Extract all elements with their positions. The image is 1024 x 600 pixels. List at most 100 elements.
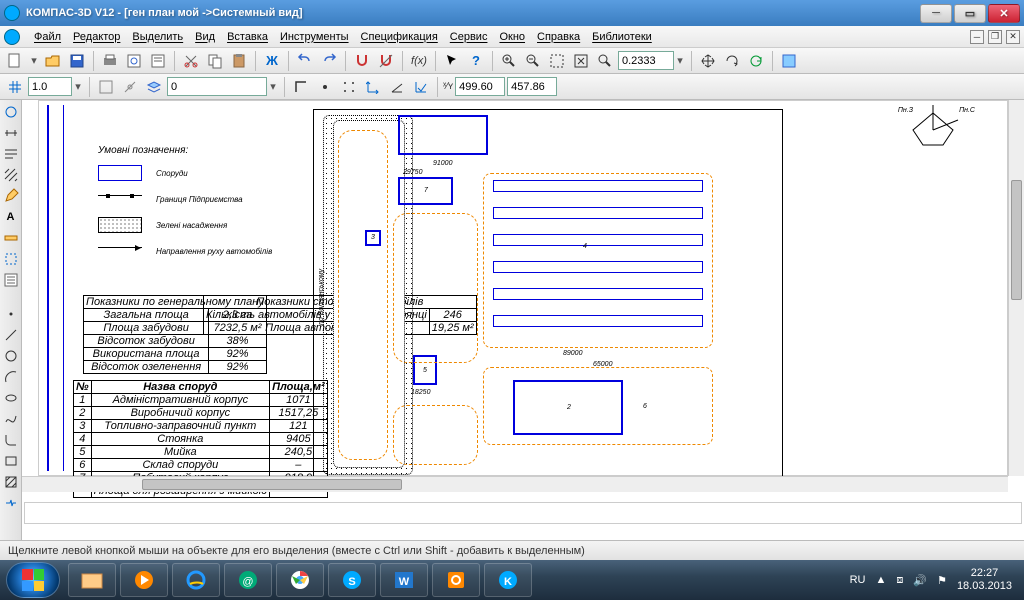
- pan-icon[interactable]: [697, 50, 719, 72]
- menu-view[interactable]: Вид: [189, 29, 221, 45]
- layer-icon[interactable]: [143, 76, 165, 98]
- copy-icon[interactable]: [204, 50, 226, 72]
- vertical-scrollbar[interactable]: [1008, 100, 1024, 476]
- properties-icon[interactable]: [147, 50, 169, 72]
- layer-input[interactable]: [167, 77, 267, 96]
- start-button[interactable]: [6, 562, 60, 598]
- zoom-value-input[interactable]: [618, 51, 674, 70]
- scale-input[interactable]: [28, 77, 72, 96]
- task-word-icon[interactable]: W: [380, 563, 428, 597]
- snap-node-icon[interactable]: [314, 76, 336, 98]
- zoom-out-icon[interactable]: [522, 50, 544, 72]
- select-icon[interactable]: [1, 249, 21, 269]
- point-tool-icon[interactable]: [1, 304, 21, 324]
- param-icon[interactable]: A: [1, 207, 21, 227]
- task-ie-icon[interactable]: [172, 563, 220, 597]
- spec-icon[interactable]: [1, 270, 21, 290]
- mdi-minimize[interactable]: ─: [970, 30, 984, 44]
- undo-icon[interactable]: [294, 50, 316, 72]
- local-cs-icon[interactable]: [362, 76, 384, 98]
- tray-network-icon[interactable]: ⧈: [896, 574, 903, 587]
- task-kompas-icon[interactable]: K: [484, 563, 532, 597]
- horizontal-scrollbar[interactable]: [22, 476, 1008, 492]
- break-tool-icon[interactable]: [1, 493, 21, 513]
- task-chrome-icon[interactable]: [276, 563, 324, 597]
- menu-libs[interactable]: Библиотеки: [586, 29, 658, 45]
- command-input[interactable]: [24, 502, 1022, 524]
- tray-clock[interactable]: 22:27 18.03.2013: [957, 567, 1018, 593]
- fx-icon[interactable]: f(x): [408, 50, 430, 72]
- hatch-tool-icon[interactable]: [1, 472, 21, 492]
- zoom-prev-icon[interactable]: [594, 50, 616, 72]
- tray-sound-icon[interactable]: 🔊: [913, 574, 927, 587]
- paste-icon[interactable]: [228, 50, 250, 72]
- task-skype-icon[interactable]: S: [328, 563, 376, 597]
- layer-dropdown-icon[interactable]: ▾: [267, 80, 279, 93]
- save-icon[interactable]: [66, 50, 88, 72]
- task-snip-icon[interactable]: [432, 563, 480, 597]
- snap-grid-icon[interactable]: [338, 76, 360, 98]
- mdi-restore[interactable]: ❐: [988, 30, 1002, 44]
- preview-icon[interactable]: [123, 50, 145, 72]
- ortho-icon[interactable]: [290, 76, 312, 98]
- menu-service[interactable]: Сервис: [444, 29, 494, 45]
- snap-mid-icon[interactable]: [119, 76, 141, 98]
- minimize-button[interactable]: ─: [920, 4, 952, 23]
- close-button[interactable]: ✕: [988, 4, 1020, 23]
- menu-tools[interactable]: Инструменты: [274, 29, 355, 45]
- zoom-window-icon[interactable]: [546, 50, 568, 72]
- rotate-icon[interactable]: [721, 50, 743, 72]
- snap-end-icon[interactable]: [95, 76, 117, 98]
- menu-editor[interactable]: Редактор: [67, 29, 126, 45]
- new-dropdown-icon[interactable]: ▾: [28, 54, 40, 67]
- help-icon[interactable]: ?: [465, 50, 487, 72]
- redo-icon[interactable]: [318, 50, 340, 72]
- zoom-in-icon[interactable]: [498, 50, 520, 72]
- menu-spec[interactable]: Спецификация: [355, 29, 444, 45]
- spline-tool-icon[interactable]: [1, 409, 21, 429]
- line-tool-icon[interactable]: [1, 325, 21, 345]
- magnet-icon[interactable]: [351, 50, 373, 72]
- menu-window[interactable]: Окно: [493, 29, 531, 45]
- arc-tool-icon[interactable]: [1, 367, 21, 387]
- zoom-dropdown-icon[interactable]: ▾: [674, 54, 686, 67]
- dimension-icon[interactable]: [1, 123, 21, 143]
- tray-action-icon[interactable]: ⚑: [937, 574, 947, 587]
- task-media-icon[interactable]: [120, 563, 168, 597]
- ellipse-tool-icon[interactable]: [1, 388, 21, 408]
- bold-icon[interactable]: Ж: [261, 50, 283, 72]
- menu-insert[interactable]: Вставка: [221, 29, 274, 45]
- task-mail-icon[interactable]: @: [224, 563, 272, 597]
- fillet-tool-icon[interactable]: [1, 430, 21, 450]
- task-explorer-icon[interactable]: [68, 563, 116, 597]
- new-doc-icon[interactable]: [4, 50, 26, 72]
- render-icon[interactable]: [778, 50, 800, 72]
- measure-icon[interactable]: [1, 228, 21, 248]
- angle-icon[interactable]: [386, 76, 408, 98]
- menu-help[interactable]: Справка: [531, 29, 586, 45]
- menu-select[interactable]: Выделить: [126, 29, 189, 45]
- grid-icon[interactable]: [4, 76, 26, 98]
- maximize-button[interactable]: ▭: [954, 4, 986, 23]
- coord-y-input[interactable]: [507, 77, 557, 96]
- rect-tool-icon[interactable]: [1, 451, 21, 471]
- lang-indicator[interactable]: RU: [850, 574, 866, 586]
- coord-x-input[interactable]: [455, 77, 505, 96]
- tray-flag-icon[interactable]: ▲: [875, 574, 886, 586]
- cut-icon[interactable]: [180, 50, 202, 72]
- zoom-fit-icon[interactable]: [570, 50, 592, 72]
- pointer-icon[interactable]: [441, 50, 463, 72]
- print-icon[interactable]: [99, 50, 121, 72]
- circle-tool-icon[interactable]: [1, 346, 21, 366]
- open-icon[interactable]: [42, 50, 64, 72]
- edit-icon[interactable]: [1, 186, 21, 206]
- coords-toggle-icon[interactable]: [410, 76, 432, 98]
- refresh-icon[interactable]: [745, 50, 767, 72]
- mdi-close[interactable]: ✕: [1006, 30, 1020, 44]
- hatch-icon[interactable]: [1, 165, 21, 185]
- notation-icon[interactable]: [1, 144, 21, 164]
- scale-dropdown-icon[interactable]: ▾: [72, 80, 84, 93]
- menu-file[interactable]: Файл: [28, 29, 67, 45]
- magnet2-icon[interactable]: [375, 50, 397, 72]
- geometry-icon[interactable]: [1, 102, 21, 122]
